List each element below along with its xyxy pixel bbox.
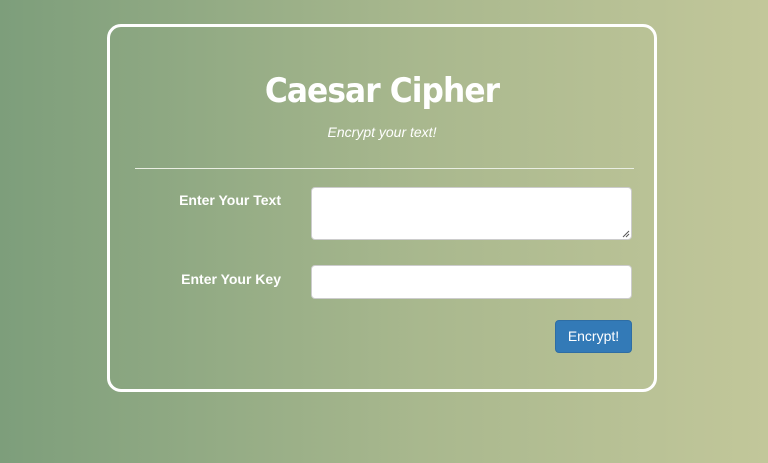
encrypt-button[interactable]: Encrypt!	[555, 320, 632, 353]
text-label: Enter Your Text	[179, 192, 281, 208]
key-input[interactable]	[311, 265, 632, 299]
page-title: Caesar Cipher	[264, 71, 500, 111]
text-input[interactable]	[311, 187, 632, 240]
text-field-wrapper	[311, 187, 632, 240]
key-label: Enter Your Key	[181, 271, 281, 287]
page-subtitle: Encrypt your text!	[327, 124, 437, 140]
divider	[135, 168, 634, 169]
cipher-form-card: Caesar Cipher Encrypt your text! Enter Y…	[107, 24, 657, 392]
